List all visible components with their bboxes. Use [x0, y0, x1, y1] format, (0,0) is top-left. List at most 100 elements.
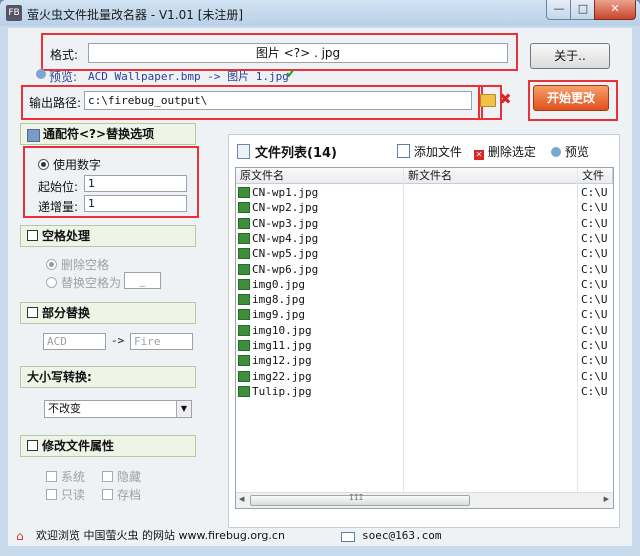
folder-browse-icon[interactable]: [480, 94, 496, 107]
attributes-checkbox[interactable]: [27, 440, 38, 451]
case-select[interactable]: 不改变 ▼: [44, 400, 192, 418]
file-table[interactable]: 原文件名 新文件名 文件 CN-wp1.jpg C:\U CN-wp2.jpg C:\…: [235, 167, 614, 509]
image-file-icon: [238, 263, 250, 275]
table-row[interactable]: CN-wp3.jpg C:\U: [236, 216, 613, 231]
original-filename: CN-wp5.jpg: [252, 247, 319, 261]
attributes-section-title: 修改文件属性: [42, 439, 115, 453]
about-button[interactable]: 关于..: [530, 43, 610, 69]
archive-checkbox[interactable]: 存档: [102, 486, 141, 503]
chevron-down-icon[interactable]: ▼: [176, 401, 191, 417]
table-row[interactable]: img9.jpg C:\U: [236, 307, 613, 322]
main-client-area: 格式: 图片 <?> . jpg 关于.. 预览: ACD Wallpaper.…: [8, 28, 632, 546]
table-row[interactable]: CN-wp5.jpg C:\U: [236, 246, 613, 261]
attributes-section-header[interactable]: 修改文件属性: [20, 435, 196, 457]
file-path: C:\U: [581, 201, 608, 215]
scroll-left-icon[interactable]: ◀: [239, 495, 244, 503]
clear-path-icon[interactable]: ✖: [499, 90, 512, 108]
increment-input[interactable]: 1: [84, 195, 187, 212]
window-title: 萤火虫文件批量改名器 - V1.01 [未注册]: [27, 8, 244, 22]
status-welcome-text[interactable]: 欢迎浏览 中国萤火虫 的网站 www.firebug.org.cn: [36, 526, 285, 546]
wildcard-section-header: 通配符<?>替换选项: [20, 123, 196, 145]
hidden-label: 隐藏: [117, 470, 142, 484]
image-file-icon: [238, 309, 250, 321]
app-window: FB 萤火虫文件批量改名器 - V1.01 [未注册] — □ ✕ 格式: 图片…: [0, 0, 640, 556]
original-filename: img8.jpg: [252, 293, 305, 307]
preview-button[interactable]: 预览: [551, 143, 589, 160]
file-path: C:\U: [581, 247, 608, 261]
table-row[interactable]: img0.jpg C:\U: [236, 277, 613, 292]
table-row[interactable]: CN-wp1.jpg C:\U: [236, 185, 613, 200]
remove-spaces-radio[interactable]: 删除空格: [46, 256, 109, 273]
original-filename: img22.jpg: [252, 369, 312, 383]
file-path: C:\U: [581, 339, 608, 352]
format-input[interactable]: 图片 <?> . jpg: [88, 43, 508, 63]
file-path: C:\U: [581, 293, 608, 307]
col-header-path[interactable]: 文件: [578, 168, 613, 184]
file-path: C:\U: [581, 216, 608, 230]
replace-to-input[interactable]: Fire: [130, 333, 193, 350]
table-row[interactable]: Tulip.jpg C:\U: [236, 384, 613, 399]
use-number-radio[interactable]: 使用数字: [38, 156, 101, 173]
readonly-checkbox[interactable]: 只读: [46, 486, 85, 503]
hidden-checkbox[interactable]: 隐藏: [102, 468, 141, 485]
file-list-title: 文件列表(14): [255, 146, 337, 161]
delete-selected-label: 删除选定: [487, 145, 536, 159]
original-filename: CN-wp3.jpg: [252, 216, 319, 230]
original-filename: img11.jpg: [252, 339, 312, 352]
space-section-header[interactable]: 空格处理: [20, 225, 196, 247]
scroll-right-icon[interactable]: ▶: [604, 495, 609, 503]
replace-from-input[interactable]: ACD: [43, 333, 106, 350]
start-rename-button[interactable]: 开始更改: [533, 85, 609, 111]
col-header-original[interactable]: 原文件名: [236, 168, 404, 184]
partial-section-header[interactable]: 部分替换: [20, 302, 196, 324]
file-path: C:\U: [581, 186, 608, 199]
add-files-button[interactable]: 添加文件: [397, 143, 462, 160]
image-file-icon: [238, 370, 250, 382]
maximize-button[interactable]: □: [570, 0, 596, 20]
home-icon: ⌂: [16, 529, 24, 543]
close-button[interactable]: ✕: [594, 0, 636, 20]
add-files-label: 添加文件: [413, 145, 462, 159]
delete-selected-button[interactable]: ✕ 删除选定: [474, 143, 536, 160]
replace-char-input[interactable]: _: [124, 272, 161, 289]
table-row[interactable]: img10.jpg C:\U: [236, 323, 613, 338]
original-filename: CN-wp6.jpg: [252, 262, 319, 276]
scroll-thumb[interactable]: III: [250, 493, 470, 506]
eye-icon: [36, 69, 46, 79]
format-label: 格式:: [50, 48, 79, 62]
partial-replace-checkbox[interactable]: [27, 307, 38, 318]
original-filename: img12.jpg: [252, 354, 312, 368]
table-row[interactable]: CN-wp6.jpg C:\U: [236, 262, 613, 277]
space-handling-checkbox[interactable]: [27, 230, 38, 241]
replace-spaces-radio[interactable]: 替换空格为: [46, 274, 121, 291]
table-row[interactable]: img22.jpg C:\U: [236, 369, 613, 384]
table-row[interactable]: CN-wp4.jpg C:\U: [236, 231, 613, 246]
col-header-new[interactable]: 新文件名: [404, 168, 578, 184]
system-checkbox[interactable]: 系统: [46, 468, 85, 485]
file-path: C:\U: [581, 384, 608, 398]
start-position-input[interactable]: 1: [84, 175, 187, 192]
table-row[interactable]: img8.jpg C:\U: [236, 292, 613, 307]
file-path: C:\U: [581, 369, 608, 383]
replace-spaces-label: 替换空格为: [61, 276, 122, 290]
output-path-input[interactable]: c:\firebug_output\: [84, 91, 472, 110]
horizontal-scrollbar[interactable]: ◀ III ▶: [236, 492, 613, 508]
table-row[interactable]: img12.jpg C:\U: [236, 353, 613, 368]
case-section-title: 大小写转换:: [27, 370, 92, 384]
original-filename: img10.jpg: [252, 323, 312, 337]
preview-button-label: 预览: [564, 145, 589, 159]
original-filename: CN-wp1.jpg: [252, 186, 319, 199]
image-file-icon: [238, 187, 250, 198]
status-email[interactable]: soec@163.com: [362, 526, 441, 546]
image-file-icon: [238, 294, 250, 306]
preview-eye-icon: [551, 147, 561, 157]
original-filename: img9.jpg: [252, 308, 305, 322]
original-filename: Tulip.jpg: [252, 384, 312, 398]
image-file-icon: [238, 232, 250, 244]
scroll-grip: III: [349, 493, 364, 502]
minimize-button[interactable]: —: [546, 0, 572, 20]
system-label: 系统: [61, 470, 86, 484]
table-row[interactable]: img11.jpg C:\U: [236, 338, 613, 353]
table-row[interactable]: CN-wp2.jpg C:\U: [236, 200, 613, 215]
archive-label: 存档: [117, 488, 142, 502]
